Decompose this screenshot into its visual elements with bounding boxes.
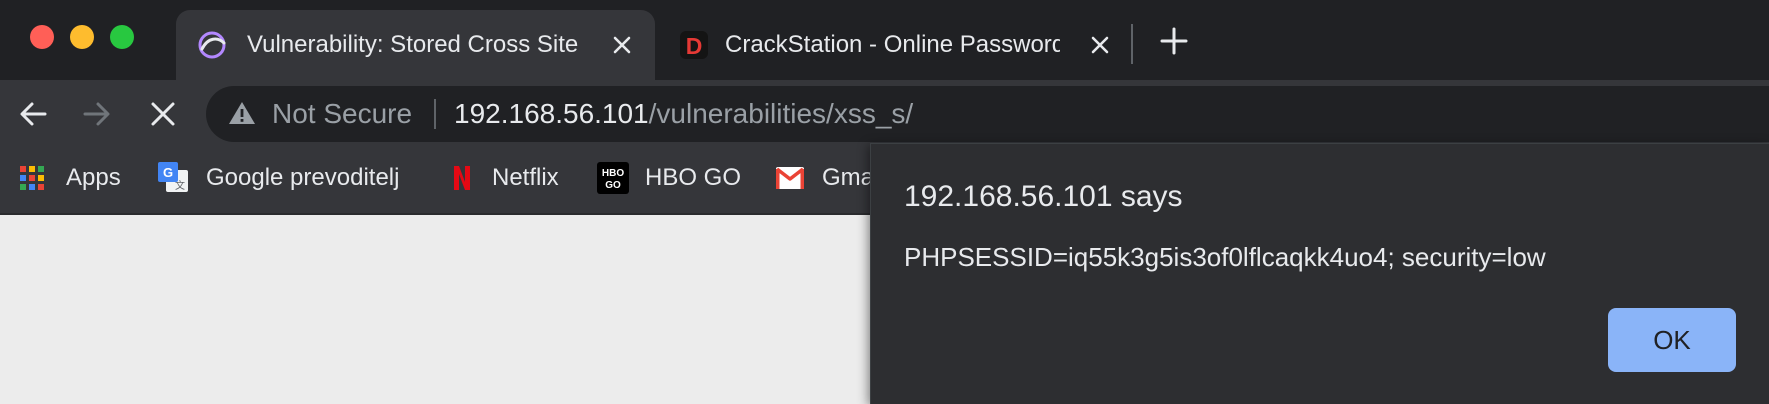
svg-text:HBO: HBO (602, 168, 624, 179)
bookmark-apps[interactable]: Apps (18, 158, 128, 198)
hbo-go-icon: HBO GO (597, 162, 629, 194)
dialog-message: PHPSESSID=iq55k3g5is3of0lflcaqkk4uo4; se… (904, 242, 1546, 272)
apps-grid-icon (20, 166, 44, 190)
window-close-button[interactable] (30, 25, 54, 49)
bookmark-label: HBO GO (645, 164, 742, 191)
tab-title: CrackStation - Online Password Hash Crac… (725, 31, 1060, 58)
url-host: 192.168.56.101 (454, 98, 649, 129)
javascript-alert-dialog: 192.168.56.101 says PHPSESSID=iq55k3g5is… (870, 143, 1769, 404)
tab-strip: Vulnerability: Stored Cross Site Scripti… (0, 0, 1769, 80)
google-translate-icon: G 文 (158, 162, 188, 192)
address-bar[interactable]: Not Secure 192.168.56.101/vulnerabilitie… (206, 86, 1769, 142)
dialog-title: 192.168.56.101 says (904, 180, 1183, 213)
security-label[interactable]: Not Secure (272, 97, 412, 131)
crackstation-icon: D (680, 31, 708, 59)
bookmark-gmail[interactable]: Gmail (775, 158, 870, 198)
bookmark-label: Gmail (822, 164, 870, 191)
gmail-icon (775, 167, 805, 189)
tab-divider (1131, 24, 1133, 64)
warning-icon[interactable] (228, 100, 256, 126)
tab-title: Vulnerability: Stored Cross Site Scripti… (247, 31, 579, 58)
dvwa-icon (198, 31, 226, 59)
url-path: /vulnerabilities/xss_s/ (648, 98, 914, 129)
new-tab-icon[interactable] (1160, 27, 1188, 55)
tab-vulnerability[interactable]: Vulnerability: Stored Cross Site Scripti… (176, 10, 655, 80)
window-minimize-button[interactable] (70, 25, 94, 49)
bookmark-google-translate[interactable]: G 文 Google prevoditelj (156, 158, 416, 198)
bookmark-hbo-go[interactable]: HBO GO HBO GO (597, 158, 747, 198)
forward-arrow-icon[interactable] (82, 99, 112, 129)
bookmark-netflix[interactable]: Netflix (448, 158, 588, 198)
close-tab-icon[interactable] (1089, 34, 1111, 56)
close-tab-icon[interactable] (611, 34, 633, 56)
back-arrow-icon[interactable] (18, 99, 48, 129)
bookmark-label: Netflix (492, 164, 559, 191)
bookmark-label: Apps (66, 164, 121, 191)
ok-button[interactable]: OK (1608, 308, 1736, 372)
stop-loading-icon[interactable] (148, 99, 178, 129)
tab-crackstation[interactable]: D CrackStation - Online Password Hash Cr… (655, 10, 1131, 80)
window-zoom-button[interactable] (110, 25, 134, 49)
omnibox-divider (434, 99, 436, 129)
svg-text:GO: GO (605, 180, 621, 191)
svg-text:文: 文 (175, 179, 185, 192)
bookmark-label: Google prevoditelj (206, 164, 400, 191)
svg-text:D: D (686, 33, 703, 59)
svg-text:G: G (163, 165, 173, 180)
url-text[interactable]: 192.168.56.101/vulnerabilities/xss_s/ (454, 97, 913, 131)
netflix-icon (454, 166, 470, 190)
